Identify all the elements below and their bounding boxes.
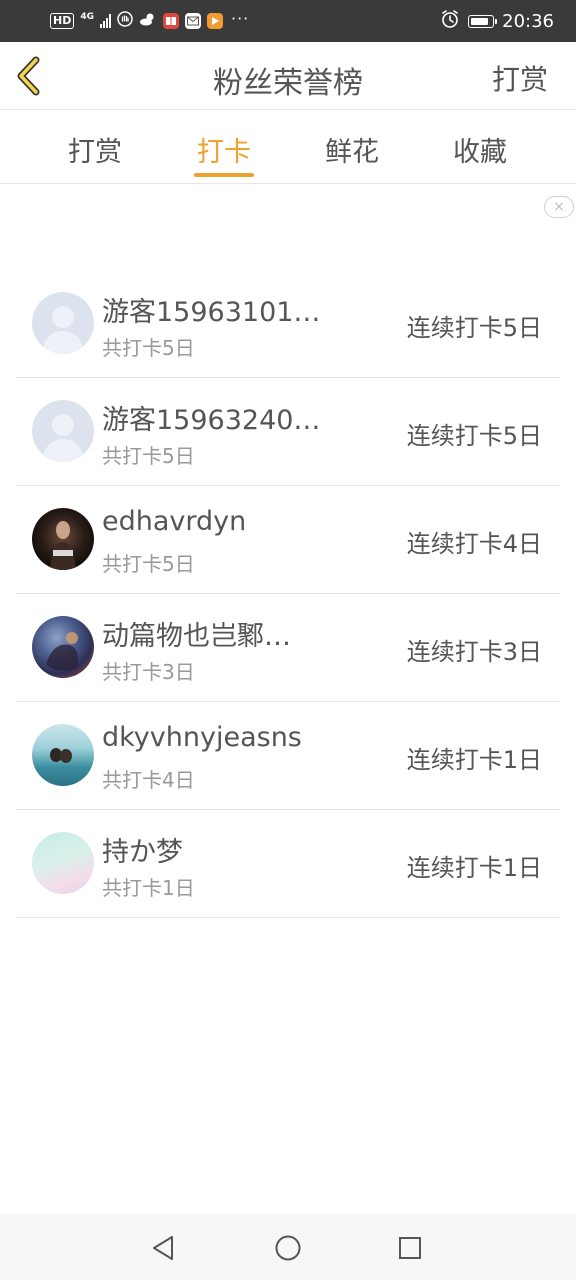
huawei-mail-icon (185, 13, 201, 29)
tab-flowers[interactable]: 鲜花 (317, 130, 387, 169)
list-item[interactable]: 持か梦 共打卡1日 连续打卡1日 (16, 810, 560, 918)
network-type: 4G (80, 11, 94, 22)
page-title: 粉丝荣誉榜 (213, 66, 363, 101)
streak-days: 连续打卡5日 (406, 422, 542, 450)
user-name: 持か梦 (102, 837, 183, 868)
home-circle-icon (275, 1235, 301, 1261)
active-tab-indicator (194, 173, 254, 177)
weather-icon (139, 11, 157, 31)
status-right: 20:36 (440, 9, 554, 33)
default-user-avatar-icon (42, 306, 84, 354)
tab-bar: 打赏 打卡 鲜花 收藏 (0, 110, 576, 184)
tab-reward[interactable]: 打赏 (60, 130, 130, 169)
avatar[interactable] (32, 508, 94, 570)
photo-avatar-icon (50, 521, 76, 570)
avatar[interactable] (32, 616, 94, 678)
streak-days: 连续打卡1日 (406, 854, 542, 882)
total-checkins: 共打卡5日 (102, 336, 195, 360)
total-checkins: 共打卡5日 (102, 552, 195, 576)
nav-back-button[interactable] (148, 1232, 180, 1264)
hd-icon: HD (50, 13, 75, 29)
tab-favorites[interactable]: 收藏 (445, 130, 515, 169)
user-name: dkyvhnyjeasns (102, 722, 302, 753)
user-name: 游客15963101… (102, 297, 321, 328)
video-app-icon (207, 13, 223, 29)
total-checkins: 共打卡3日 (102, 660, 195, 684)
clock-time: 20:36 (502, 10, 554, 32)
title-bar: 粉丝荣誉榜 打赏 (0, 42, 576, 110)
streak-days: 连续打卡1日 (406, 746, 542, 774)
photo-avatar-icon (50, 748, 72, 763)
book-app-icon (163, 13, 179, 29)
avatar[interactable] (32, 292, 94, 354)
list-item[interactable]: 动篇物也岂鄹… 共打卡3日 连续打卡3日 (16, 594, 560, 702)
more-dots-icon: ··· (231, 9, 250, 28)
recents-square-icon (399, 1237, 421, 1259)
total-checkins: 共打卡5日 (102, 444, 195, 468)
ad-close-button[interactable]: × (544, 196, 574, 218)
total-checkins: 共打卡1日 (102, 876, 195, 900)
streak-days: 连续打卡3日 (406, 638, 542, 666)
signal-icon (100, 14, 111, 28)
system-nav-bar (0, 1214, 576, 1280)
alarm-icon (440, 9, 460, 33)
user-name: 游客15963240… (102, 405, 321, 436)
total-checkins: 共打卡4日 (102, 768, 195, 792)
tab-checkin[interactable]: 打卡 (189, 130, 259, 169)
ranking-list: 游客15963101… 共打卡5日 连续打卡5日 游客15963240… 共打卡… (16, 270, 560, 918)
avatar[interactable] (32, 400, 94, 462)
nav-recents-button[interactable] (394, 1232, 426, 1264)
photo-avatar-icon (46, 632, 79, 671)
streak-days: 连续打卡4日 (406, 530, 542, 558)
avatar[interactable] (32, 724, 94, 786)
nav-home-button[interactable] (272, 1232, 304, 1264)
close-icon: × (553, 199, 565, 215)
streak-days: 连续打卡5日 (406, 314, 542, 342)
back-triangle-icon (153, 1236, 173, 1260)
status-bar: HD 4G ··· 20:36 (0, 0, 576, 42)
default-user-avatar-icon (42, 414, 84, 462)
avatar[interactable] (32, 832, 94, 894)
list-item[interactable]: 游客15963240… 共打卡5日 连续打卡5日 (16, 378, 560, 486)
user-name: edhavrdyn (102, 506, 247, 537)
status-left: HD 4G ··· (50, 10, 249, 32)
user-name: 动篇物也岂鄹… (102, 621, 291, 652)
list-item[interactable]: dkyvhnyjeasns 共打卡4日 连续打卡1日 (16, 702, 560, 810)
page: HD 4G ··· 20:36 粉丝荣誉榜 打赏 打赏 打卡 鲜花 收藏 × 游… (0, 0, 576, 1280)
list-item[interactable]: 游客15963101… 共打卡5日 连续打卡5日 (16, 270, 560, 378)
battery-icon (468, 14, 498, 28)
hand-icon (117, 11, 133, 31)
list-item[interactable]: edhavrdyn 共打卡5日 连续打卡4日 (16, 486, 560, 594)
reward-button[interactable]: 打赏 (492, 58, 548, 98)
